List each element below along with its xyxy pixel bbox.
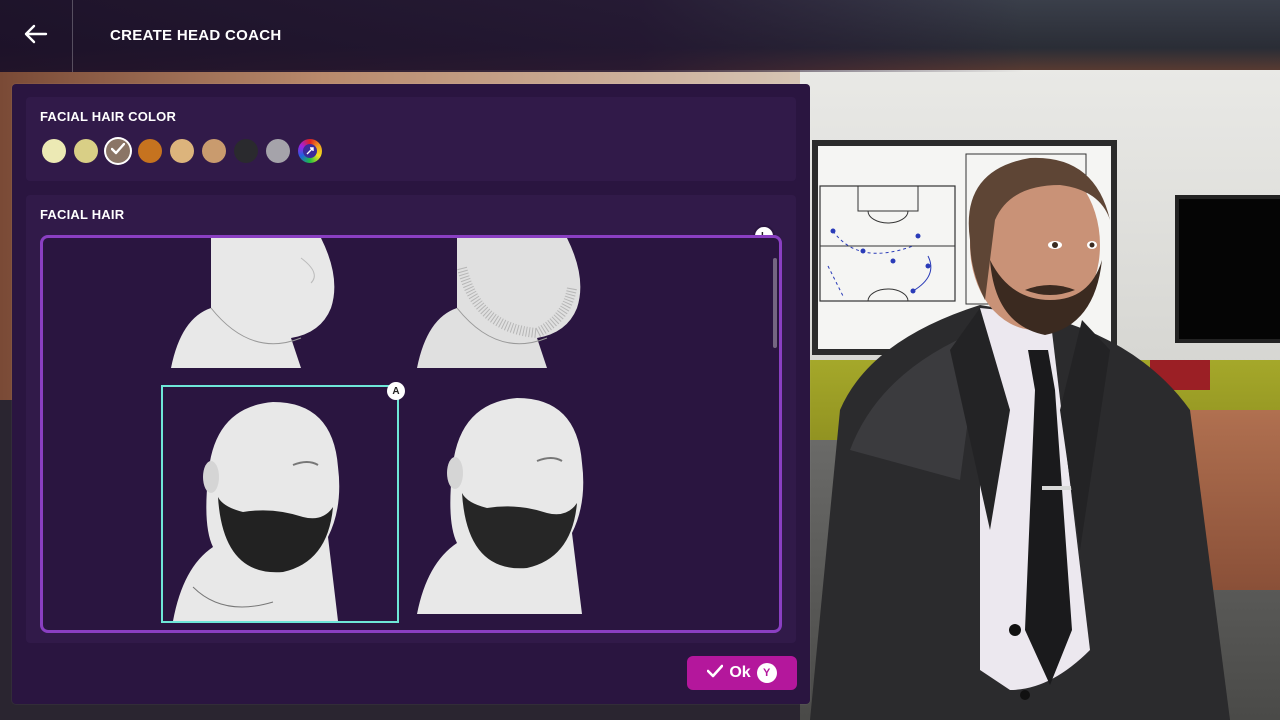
facial-hair-color-label: FACIAL HAIR COLOR xyxy=(40,109,177,124)
a-button-badge: A xyxy=(387,382,405,400)
page-title: CREATE HEAD COACH xyxy=(110,27,282,44)
facial-hair-options-grid[interactable]: A xyxy=(40,235,782,633)
facial-hair-option-full-beard-trimmed[interactable] xyxy=(417,388,589,614)
color-swatch-5[interactable] xyxy=(170,139,194,163)
back-button[interactable] xyxy=(0,0,73,72)
checkmark-icon xyxy=(707,664,724,683)
color-swatch-8[interactable] xyxy=(266,139,290,163)
scrollbar[interactable] xyxy=(773,258,777,348)
editor-panel: FACIAL HAIR COLOR FACIAL HAIR L xyxy=(12,84,810,704)
check-icon xyxy=(110,142,126,160)
color-swatch-3[interactable] xyxy=(106,139,130,163)
color-swatch-4[interactable] xyxy=(138,139,162,163)
color-swatch-6[interactable] xyxy=(202,139,226,163)
facial-hair-option-stubble[interactable] xyxy=(417,238,589,368)
facial-hair-option-full-beard[interactable] xyxy=(161,385,399,623)
top-bar: CREATE HEAD COACH xyxy=(0,0,1280,72)
color-swatch-7[interactable] xyxy=(234,139,258,163)
color-swatch-row xyxy=(42,139,322,163)
facial-hair-color-section: FACIAL HAIR COLOR xyxy=(26,97,796,181)
custom-color-icon xyxy=(303,144,317,158)
color-swatch-2[interactable] xyxy=(74,139,98,163)
ok-button[interactable]: Ok Y xyxy=(687,656,797,690)
facial-hair-section: FACIAL HAIR L xyxy=(26,195,796,643)
ok-label: Ok xyxy=(729,664,751,681)
coach-avatar-preview xyxy=(810,150,1230,720)
facial-hair-option-clean-shaven[interactable] xyxy=(171,238,343,368)
color-swatch-1[interactable] xyxy=(42,139,66,163)
facial-hair-label: FACIAL HAIR xyxy=(40,207,125,222)
arrow-left-icon xyxy=(24,24,48,49)
color-swatch-9[interactable] xyxy=(298,139,322,163)
y-button-badge: Y xyxy=(756,663,777,683)
